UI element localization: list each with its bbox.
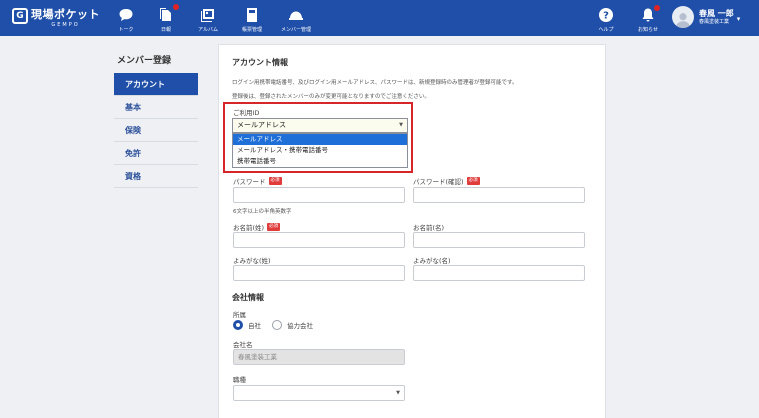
user-name: 春風 一郎 — [699, 9, 734, 18]
job-type-label-text: 職種 — [233, 376, 246, 384]
login-id-label: ご利用ID — [233, 107, 259, 117]
password-hint: 6文字以上の半角英数字 — [233, 209, 292, 215]
album-icon — [201, 9, 214, 22]
account-section-title: アカウント情報 — [232, 58, 288, 67]
required-badge: 必須 — [267, 223, 281, 231]
user-menu[interactable]: 春風 一郎 春風塗装工業 ▾ — [672, 6, 740, 28]
nav-member-management-label: メンバー管理 — [280, 27, 311, 33]
first-kana-label-text: よみがな(名) — [413, 257, 451, 265]
company-name-input: 春風塗装工業 — [233, 349, 405, 365]
user-company: 春風塗装工業 — [699, 19, 730, 25]
login-id-select-value: メールアドレス — [237, 121, 286, 129]
last-kana-input[interactable] — [233, 265, 405, 281]
radio-own-company[interactable] — [233, 320, 243, 330]
password-label-text: パスワード — [233, 178, 266, 186]
notification-dot — [654, 5, 660, 11]
chevron-down-icon: ▾ — [736, 15, 741, 23]
login-id-dropdown-list: メールアドレス メールアドレス・携帯電話番号 携帯電話番号 — [232, 133, 408, 168]
dropdown-option-phone[interactable]: 携帯電話番号 — [233, 156, 407, 167]
nav-album[interactable]: アルバム — [188, 4, 228, 34]
last-name-label-text: お名前(姓) — [233, 224, 265, 232]
job-type-label: 職種 — [233, 374, 246, 384]
sidebar-item-basic[interactable]: 基本 — [114, 96, 198, 119]
dropdown-option-email[interactable]: メールアドレス — [233, 134, 407, 145]
first-kana-label: よみがな(名) — [413, 255, 451, 265]
affiliation-radio-group: 自社 協力会社 — [233, 320, 324, 330]
account-description-2: 登録後は、登録されたメンバーのみが変更可能となりますのでご注意ください。 — [232, 94, 430, 100]
notification-dot — [173, 4, 179, 10]
sidebar-item-license[interactable]: 免許 — [114, 142, 198, 165]
radio-own-company-label: 自社 — [248, 322, 261, 330]
sidebar-menu: アカウント 基本 保険 免許 資格 — [114, 73, 198, 188]
last-kana-label-text: よみがな(姓) — [233, 257, 271, 265]
nav-daily-report-label: 日報 — [160, 27, 171, 33]
top-header: G 現場ポケット GEMPO トーク 日報 アルバム 帳票管理 メンバー管理 ?… — [0, 0, 759, 36]
logo-text: 現場ポケット GEMPO — [31, 8, 100, 28]
helmet-icon — [289, 11, 303, 20]
company-name-value: 春風塗装工業 — [238, 353, 277, 361]
calculator-icon — [247, 8, 257, 22]
nav-daily-report[interactable]: 日報 — [146, 4, 186, 34]
page-title: メンバー登録 — [117, 56, 172, 66]
nav-forms-label: 帳票管理 — [241, 27, 262, 33]
first-name-label-text: お名前(名) — [413, 224, 445, 232]
radio-partner-company-label: 協力会社 — [287, 322, 313, 330]
company-section-title: 会社情報 — [232, 293, 264, 302]
nav-album-label: アルバム — [198, 27, 218, 33]
first-name-label: お名前(名) — [413, 222, 444, 232]
logo-main: 現場ポケット — [31, 8, 100, 21]
job-type-select[interactable]: ▼ — [233, 385, 405, 401]
sidebar-item-qualification[interactable]: 資格 — [114, 165, 198, 188]
last-kana-label: よみがな(姓) — [233, 255, 271, 265]
svg-text:?: ? — [603, 11, 609, 22]
notification-button[interactable]: お知らせ — [628, 4, 668, 34]
nav-forms[interactable]: 帳票管理 — [232, 4, 272, 34]
chevron-down-icon: ▼ — [396, 390, 400, 396]
affiliation-label-text: 所属 — [233, 311, 246, 319]
nav-member-management[interactable]: メンバー管理 — [276, 4, 316, 34]
company-name-label-text: 会社名 — [233, 341, 253, 349]
dropdown-option-email-phone[interactable]: メールアドレス・携帯電話番号 — [233, 145, 407, 156]
last-name-input[interactable] — [233, 232, 405, 248]
user-silhouette-icon — [675, 13, 691, 28]
help-label: ヘルプ — [598, 27, 614, 33]
last-name-label: お名前(姓) 必須 — [233, 222, 281, 232]
password-confirm-label: パスワード(確認) 必須 — [413, 176, 480, 186]
required-badge: 必須 — [466, 177, 480, 185]
help-icon: ? — [599, 8, 613, 22]
chat-bubble-icon — [119, 9, 133, 21]
nav-talk[interactable]: トーク — [106, 4, 146, 34]
login-id-select[interactable]: メールアドレス ▼ — [232, 118, 408, 133]
first-kana-input[interactable] — [413, 265, 585, 281]
chevron-down-icon: ▼ — [399, 122, 403, 128]
sidebar-item-insurance[interactable]: 保険 — [114, 119, 198, 142]
login-id-label-text: ご利用ID — [233, 109, 260, 117]
first-name-input[interactable] — [413, 232, 585, 248]
required-badge: 必須 — [268, 177, 282, 185]
avatar — [672, 6, 694, 28]
notification-label: お知らせ — [638, 27, 658, 33]
affiliation-label: 所属 — [233, 309, 246, 319]
help-button[interactable]: ? ヘルプ — [586, 4, 626, 34]
account-description-1: ログイン用携帯電話番号、及びログイン用メールアドレス、パスワードは、新規登録時の… — [232, 80, 518, 86]
password-confirm-label-text: パスワード(確認) — [413, 178, 464, 186]
company-name-label: 会社名 — [233, 339, 253, 349]
user-info: 春風 一郎 春風塗装工業 — [699, 8, 734, 26]
radio-partner-company[interactable] — [272, 320, 282, 330]
nav-talk-label: トーク — [118, 27, 134, 33]
password-label: パスワード 必須 — [233, 176, 282, 186]
password-confirm-input[interactable] — [413, 187, 585, 203]
document-stack-icon — [160, 8, 171, 21]
logo-sub: GEMPO — [51, 22, 80, 28]
app-logo[interactable]: G 現場ポケット GEMPO — [12, 8, 100, 28]
logo-mark: G — [12, 8, 28, 24]
sidebar-item-account[interactable]: アカウント — [114, 73, 198, 96]
password-input[interactable] — [233, 187, 405, 203]
